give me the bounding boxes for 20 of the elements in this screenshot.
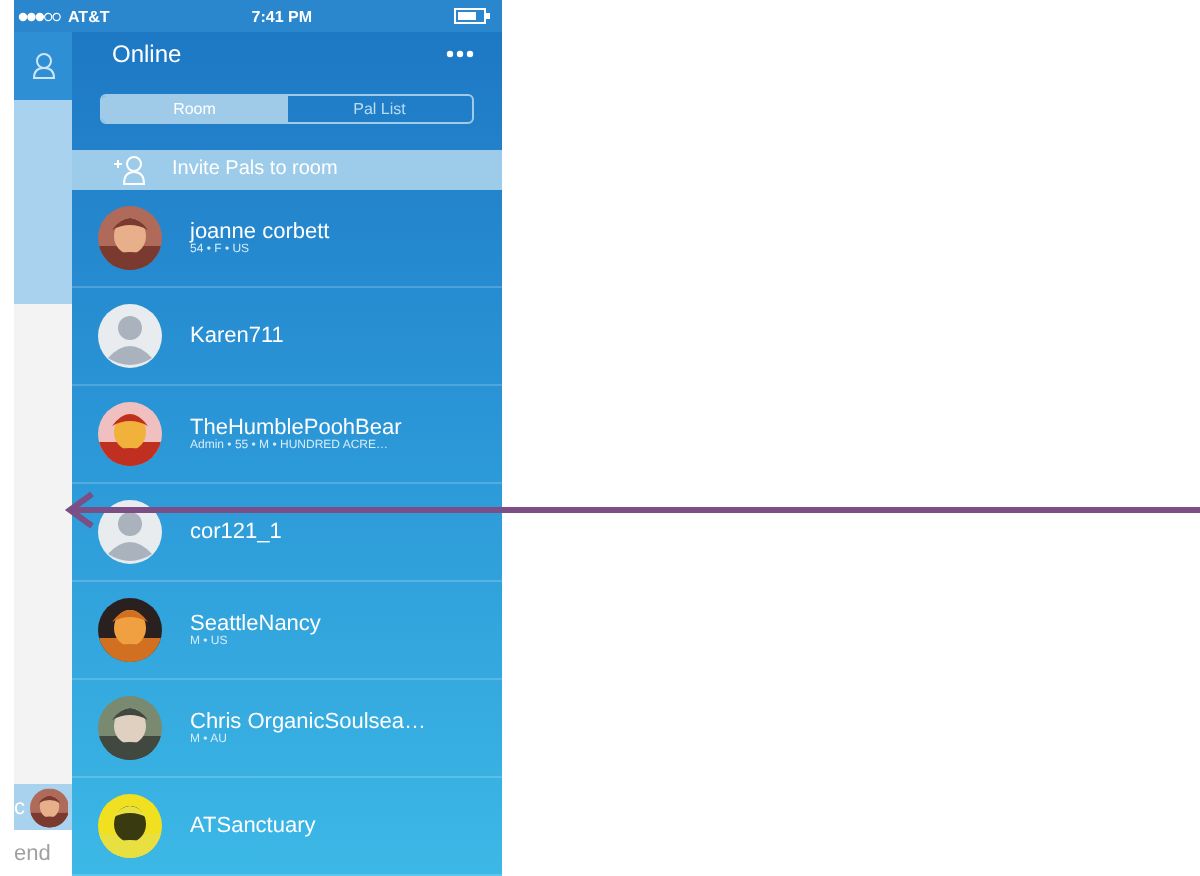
more-icon[interactable] bbox=[446, 50, 474, 59]
user-name[interactable]: joanne corbett bbox=[190, 219, 330, 244]
segment-tab[interactable]: Pal List bbox=[287, 95, 472, 122]
user-name[interactable]: cor121_1 bbox=[190, 519, 282, 544]
user-name[interactable]: SeattleNancy bbox=[190, 611, 321, 636]
message-text: c bbox=[14, 795, 25, 819]
signal-icon bbox=[18, 11, 62, 21]
person-icon[interactable] bbox=[31, 52, 55, 80]
header-title: Online bbox=[112, 40, 182, 69]
time-text: 7:41 PM bbox=[251, 7, 312, 25]
user-name[interactable]: Karen711 bbox=[190, 323, 284, 348]
user-name[interactable]: TheHumblePoohBear bbox=[190, 415, 402, 440]
carrier-text: AT&T bbox=[68, 7, 110, 25]
user-name[interactable]: ATSanctuary bbox=[190, 813, 316, 838]
segment-tab[interactable]: Room bbox=[102, 95, 287, 122]
battery-icon bbox=[454, 8, 490, 24]
user-name[interactable]: Chris OrganicSoulsea… bbox=[190, 709, 426, 734]
add-person-icon[interactable] bbox=[112, 153, 148, 186]
avatar-icon bbox=[98, 303, 162, 368]
avatar-icon bbox=[98, 499, 162, 564]
